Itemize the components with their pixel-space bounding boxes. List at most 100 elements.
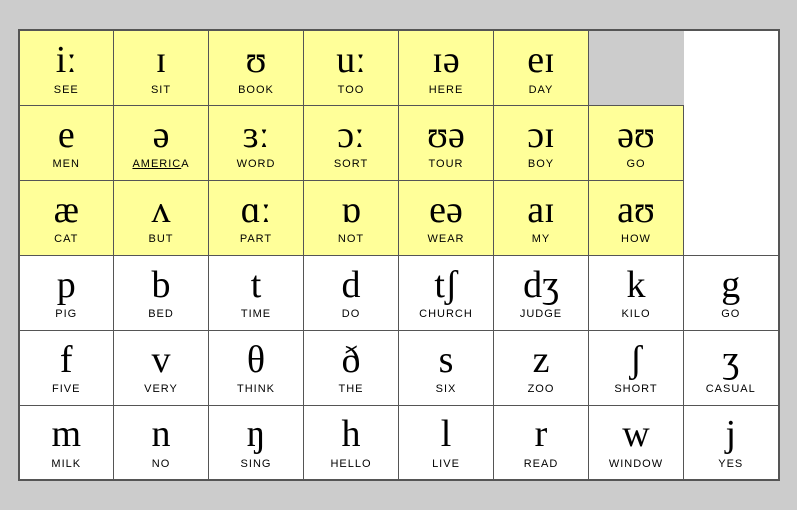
ipa-chart: iːSEE ɪ SIT ʊ BOOK uːTOOɪəHERE eɪ DAY eMEN əAMERI… — [18, 29, 780, 481]
ipa-word: BOY — [528, 158, 554, 170]
ipa-word: SING — [241, 458, 272, 470]
ipa-symbol: ɒ — [341, 190, 361, 232]
table-row: ɜːWORD — [209, 105, 304, 180]
ipa-word: PART — [240, 233, 272, 245]
table-row: ʃSHORT — [589, 330, 684, 405]
ipa-word: HELLO — [330, 458, 371, 470]
table-row: iːSEE — [19, 30, 114, 105]
ipa-symbol: d — [342, 265, 361, 307]
ipa-symbol: ɔː — [337, 115, 364, 157]
ipa-word: SIX — [436, 383, 457, 395]
ipa-symbol: l — [441, 414, 452, 456]
ipa-word: THE — [339, 383, 364, 395]
ipa-symbol: n — [152, 414, 171, 456]
table-row: eMEN — [19, 105, 114, 180]
ipa-word: AMERICA — [132, 158, 189, 170]
ipa-word: MILK — [51, 458, 81, 470]
table-row: l LIVE — [399, 405, 494, 480]
ipa-word: TIME — [241, 308, 271, 320]
ipa-word: SEE — [54, 84, 79, 96]
ipa-symbol: f — [60, 340, 73, 382]
ipa-word: LIVE — [432, 458, 460, 470]
table-row: ʌBUT — [114, 180, 209, 255]
table-row: pPIG — [19, 255, 114, 330]
ipa-symbol: t — [251, 265, 262, 307]
ipa-word: GO — [626, 158, 645, 170]
ipa-symbol: aɪ — [527, 190, 554, 232]
ipa-symbol: dʒ — [523, 265, 559, 307]
table-row: eəWEAR — [399, 180, 494, 255]
ipa-symbol: eɪ — [527, 40, 554, 82]
ipa-word: SIT — [151, 84, 171, 96]
table-row: rREAD — [494, 405, 589, 480]
table-row: ŋ SING — [209, 405, 304, 480]
ipa-symbol: ŋ — [247, 414, 266, 456]
table-row: h HELLO — [304, 405, 399, 480]
ipa-symbol: tʃ — [434, 265, 457, 307]
ipa-word: GO — [721, 308, 740, 320]
ipa-symbol: əʊ — [617, 115, 655, 157]
ipa-word: YES — [718, 458, 743, 470]
table-row: ðTHE — [304, 330, 399, 405]
ipa-word: NO — [152, 458, 171, 470]
table-row: zZOO — [494, 330, 589, 405]
ipa-word: FIVE — [52, 383, 80, 395]
ipa-word: BOOK — [238, 84, 274, 96]
ipa-word: TOUR — [429, 158, 464, 170]
ipa-symbol: p — [57, 265, 76, 307]
table-row: dʒJUDGE — [494, 255, 589, 330]
table-row: eɪ DAY — [494, 30, 589, 105]
ipa-word: THINK — [237, 383, 275, 395]
ipa-word: ZOO — [528, 383, 555, 395]
ipa-word: KILO — [621, 308, 650, 320]
ipa-symbol: v — [152, 340, 171, 382]
ipa-word: BED — [148, 308, 174, 320]
table-row: ɑːPART — [209, 180, 304, 255]
ipa-symbol: ʊə — [427, 115, 465, 157]
ipa-symbol: ʒ — [722, 340, 739, 382]
ipa-symbol: s — [439, 340, 454, 382]
table-row: jYES — [684, 405, 779, 480]
table-row: fFIVE — [19, 330, 114, 405]
ipa-symbol: uː — [336, 40, 366, 82]
table-row: ɪəHERE — [399, 30, 494, 105]
ipa-symbol: ɪ — [156, 40, 167, 82]
ipa-symbol: z — [533, 340, 550, 382]
ipa-word: SHORT — [614, 383, 657, 395]
ipa-word: DAY — [529, 84, 554, 96]
ipa-symbol: ʊ — [246, 40, 267, 82]
table-row: æCAT — [19, 180, 114, 255]
table-row: ɪ SIT — [114, 30, 209, 105]
ipa-symbol: g — [721, 265, 740, 307]
ipa-symbol: m — [51, 414, 81, 456]
ipa-word: MY — [532, 233, 551, 245]
table-row: m MILK — [19, 405, 114, 480]
ipa-symbol: e — [58, 115, 75, 157]
table-row: tTIME — [209, 255, 304, 330]
ipa-symbol: ʃ — [630, 340, 643, 382]
table-row: vVERY — [114, 330, 209, 405]
ipa-symbol: h — [342, 414, 361, 456]
ipa-symbol: ə — [153, 115, 170, 157]
ipa-symbol: ɑː — [241, 190, 271, 232]
ipa-word: WINDOW — [609, 458, 663, 470]
table-row: uːTOO — [304, 30, 399, 105]
table-row: bBED — [114, 255, 209, 330]
table-row: ɔɪBOY — [494, 105, 589, 180]
ipa-symbol: ð — [342, 340, 361, 382]
table-row: aɪMY — [494, 180, 589, 255]
ipa-word: CASUAL — [706, 383, 756, 395]
ipa-word: READ — [524, 458, 559, 470]
table-row: ʒCASUAL — [684, 330, 779, 405]
ipa-word: DO — [342, 308, 361, 320]
table-row: aʊHOW — [589, 180, 684, 255]
ipa-word: CHURCH — [419, 308, 473, 320]
table-row: gGO — [684, 255, 779, 330]
ipa-symbol: aʊ — [617, 190, 655, 232]
ipa-word: NOT — [338, 233, 364, 245]
ipa-word: SORT — [334, 158, 368, 170]
ipa-word: WEAR — [428, 233, 465, 245]
ipa-word: WORD — [237, 158, 276, 170]
ipa-word: JUDGE — [520, 308, 562, 320]
ipa-symbol: eə — [429, 190, 463, 232]
